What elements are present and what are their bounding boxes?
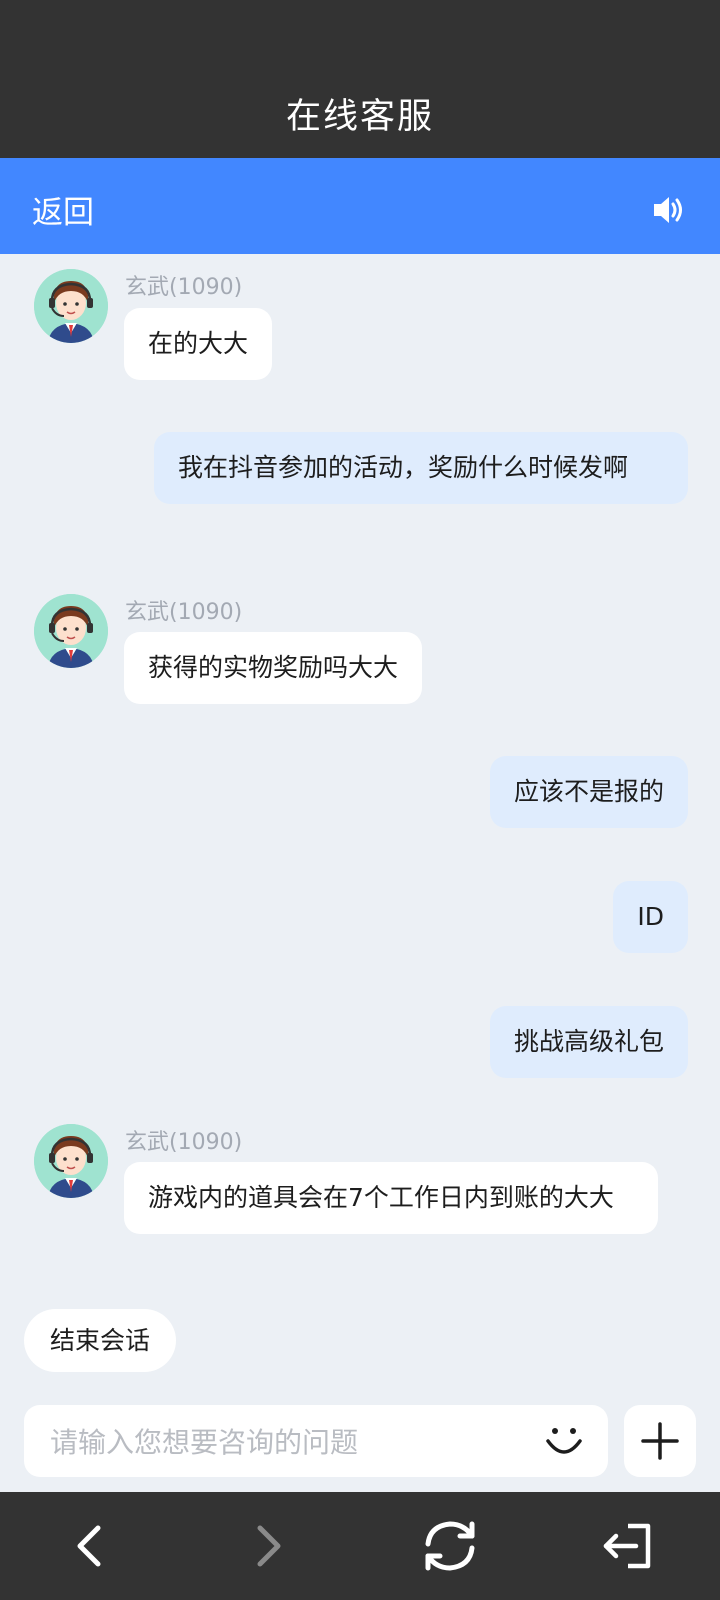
end-session-button[interactable]: 结束会话 (24, 1309, 177, 1372)
agent-avatar (34, 1124, 108, 1198)
agent-name: 玄武(1090) (125, 600, 243, 625)
agent-bubble: 在的大大 (124, 308, 273, 380)
agent-name: 玄武(1090) (125, 1130, 243, 1155)
exit-icon[interactable] (598, 1514, 662, 1578)
user-bubble: 应该不是报的 (489, 756, 688, 828)
plus-icon (641, 1422, 679, 1460)
agent-avatar (34, 594, 108, 668)
refresh-icon[interactable] (418, 1514, 482, 1578)
agent-bubble: 游戏内的道具会在7个工作日内到账的大大 (124, 1162, 658, 1234)
message-input[interactable] (48, 1405, 522, 1479)
agent-bubble: 获得的实物奖励吗大大 (124, 632, 423, 704)
speaker-icon[interactable] (650, 192, 686, 228)
back-button[interactable]: 返回 (32, 187, 94, 232)
agent-name: 玄武(1090) (125, 275, 243, 300)
message-input-container (24, 1405, 608, 1479)
bottom-nav (0, 1492, 720, 1600)
user-bubble: 挑战高级礼包 (489, 1006, 688, 1078)
smile-icon[interactable] (542, 1419, 586, 1463)
user-bubble: 我在抖音参加的活动，奖励什么时候发啊 (154, 432, 688, 504)
page-title: 在线客服 (285, 97, 434, 137)
title-bar: 在线客服 (0, 0, 720, 158)
back-arrow-icon[interactable] (58, 1514, 122, 1578)
agent-avatar (34, 269, 108, 343)
plus-button[interactable] (624, 1405, 696, 1477)
nav-bar: 返回 (0, 158, 720, 254)
user-bubble: ID (613, 881, 688, 953)
forward-arrow-icon[interactable] (236, 1514, 300, 1578)
